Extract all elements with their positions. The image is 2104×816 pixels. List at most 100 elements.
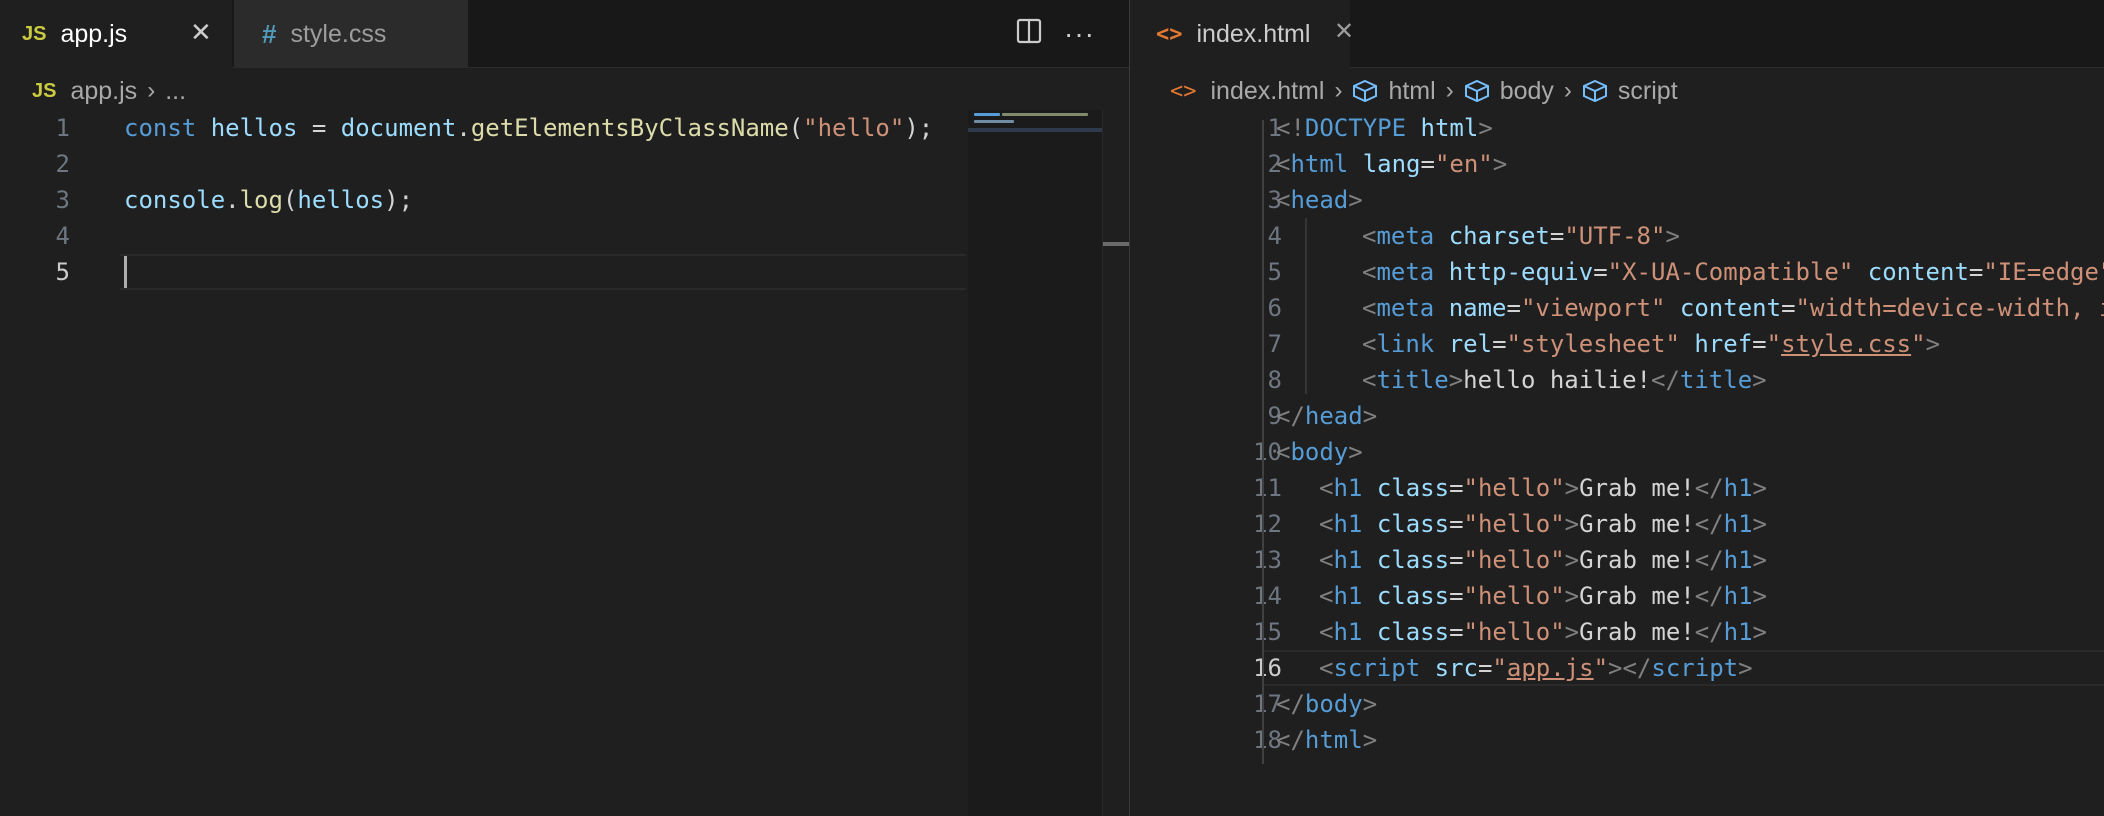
code-line[interactable]: 1 <!DOCTYPE html> [1130,110,2104,146]
code-token: . [456,114,471,142]
tab-bar-right: <> index.html ✕ [1130,0,2104,68]
code-token: Grab me! [1579,618,1695,646]
code-line[interactable]: 16 <script src="app.js"></script> [1130,650,2104,686]
code-line[interactable]: 18 </html> [1130,722,2104,758]
code-token: > [1362,690,1378,718]
code-line[interactable]: 4 <meta charset="UTF-8"> [1130,218,2104,254]
code-line[interactable]: 2 <html lang="en"> [1130,146,2104,182]
code-token: = [1506,294,1521,322]
code-line[interactable]: 1 const hellos = document.getElementsByCl… [0,110,1129,146]
minimap[interactable] [968,110,1102,816]
code-editor-right[interactable]: 1 <!DOCTYPE html> 2 <html lang="en"> 3 <head>… [1130,110,2104,816]
line-number: 13 [1253,546,1282,574]
code-token: html [1304,726,1363,754]
code-token: "X-UA-Compatible" [1607,258,1854,286]
code-line[interactable]: 13 <h1 class="hello">Grab me!</h1> [1130,542,2104,578]
chevron-right-icon: › [147,77,156,104]
tab-app-js[interactable]: JS app.js ✕ [0,0,232,68]
code-token: > [1564,582,1580,610]
code-token: "hello" [1463,510,1565,538]
code-token: hello hailie! [1463,366,1651,394]
tab-index-html[interactable]: <> index.html ✕ [1130,0,1354,68]
code-line[interactable]: 17 </body> [1130,686,2104,722]
breadcrumb-symbol-script[interactable]: script [1582,77,1678,106]
code-line[interactable]: 15 <h1 class="hello">Grab me!</h1> [1130,614,2104,650]
code-token: < [1319,474,1334,502]
code-token: = [1492,330,1507,358]
code-token: hellos [210,114,298,142]
code-line[interactable]: 8 <title>hello hailie!</title> [1130,362,2104,398]
code-token: href [1694,330,1753,358]
code-token: . [225,186,240,214]
code-token: Grab me! [1579,510,1695,538]
code-token: = [297,114,341,142]
code-line[interactable]: 11 <h1 class="hello">Grab me!</h1> [1130,470,2104,506]
code-token: h1 [1333,474,1363,502]
code-token: > [1752,510,1767,538]
code-token: = [1968,258,1984,286]
code-token: = [1449,618,1464,646]
code-text: </head> [1276,398,1377,434]
code-token: < [1362,258,1377,286]
code-token: </ [1276,402,1305,430]
scrollbar[interactable] [1102,110,1129,816]
code-token: < [1319,582,1334,610]
breadcrumb-label: script [1617,76,1678,105]
code-token: head [1304,402,1363,430]
breadcrumb-more[interactable]: ... [165,77,186,106]
code-line[interactable]: 6 <meta name="viewport" content="width=de… [1130,290,2104,326]
code-line[interactable]: 3 console.log(hellos); [0,182,1129,218]
code-line[interactable]: 12 <h1 class="hello">Grab me!</h1> [1130,506,2104,542]
code-line[interactable]: 9 </head> [1130,398,2104,434]
breadcrumb: JS app.js › ... [32,72,186,110]
code-line[interactable]: 10 <body> [1130,434,2104,470]
code-token: document [340,114,457,142]
code-line[interactable]: 5 [0,254,1129,290]
code-token: console [124,186,226,214]
code-token: ( [788,114,804,142]
code-line[interactable]: 4 [0,218,1129,254]
code-line[interactable]: 3 <head> [1130,182,2104,218]
close-icon[interactable]: ✕ [190,19,212,45]
code-token: style.css [1781,330,1912,358]
breadcrumb-file[interactable]: <> index.html [1170,77,1324,106]
code-line[interactable]: 14 <h1 class="hello">Grab me!</h1> [1130,578,2104,614]
code-token: < [1362,366,1377,394]
code-token: "hello" [1463,582,1565,610]
code-token: class [1376,546,1450,574]
close-icon[interactable]: ✕ [1334,20,1354,44]
tab-label: app.js [60,19,128,48]
code-token: rel [1448,330,1493,358]
code-token: = [1477,654,1493,682]
code-token: < [1276,438,1291,466]
code-line[interactable]: 5 <meta http-equiv="X-UA-Compatible" cont… [1130,254,2104,290]
line-number: 18 [1253,726,1282,754]
code-token: </ [1694,582,1724,610]
breadcrumb-symbol-html[interactable]: html [1352,77,1436,106]
code-token: > [1738,654,1753,682]
breadcrumb-file[interactable]: JS app.js [32,77,137,106]
code-token: <! [1276,114,1305,142]
code-line[interactable]: 7 <link rel="stylesheet" href="style.css"… [1130,326,2104,362]
split-editor-icon[interactable] [1016,18,1042,51]
code-token: title [1376,366,1449,394]
chevron-right-icon: › [1445,77,1454,104]
code-text: <meta charset="UTF-8"> [1362,218,1680,254]
breadcrumb-symbol-body[interactable]: body [1464,77,1554,106]
code-token: " [1911,330,1926,358]
code-token: "viewport" [1520,294,1666,322]
code-token: "IE=edge" [1983,258,2104,286]
more-actions-icon[interactable]: ··· [1064,18,1095,50]
tab-style-css[interactable]: # style.css [234,0,468,68]
code-line[interactable]: 2 [0,146,1129,182]
code-token: meta [1376,294,1435,322]
code-editor-left[interactable]: 1 const hellos = document.getElementsByCl… [0,110,1129,816]
code-text: <body> [1276,434,1363,470]
code-token: app.js [1506,654,1594,682]
code-token: = [1449,582,1464,610]
